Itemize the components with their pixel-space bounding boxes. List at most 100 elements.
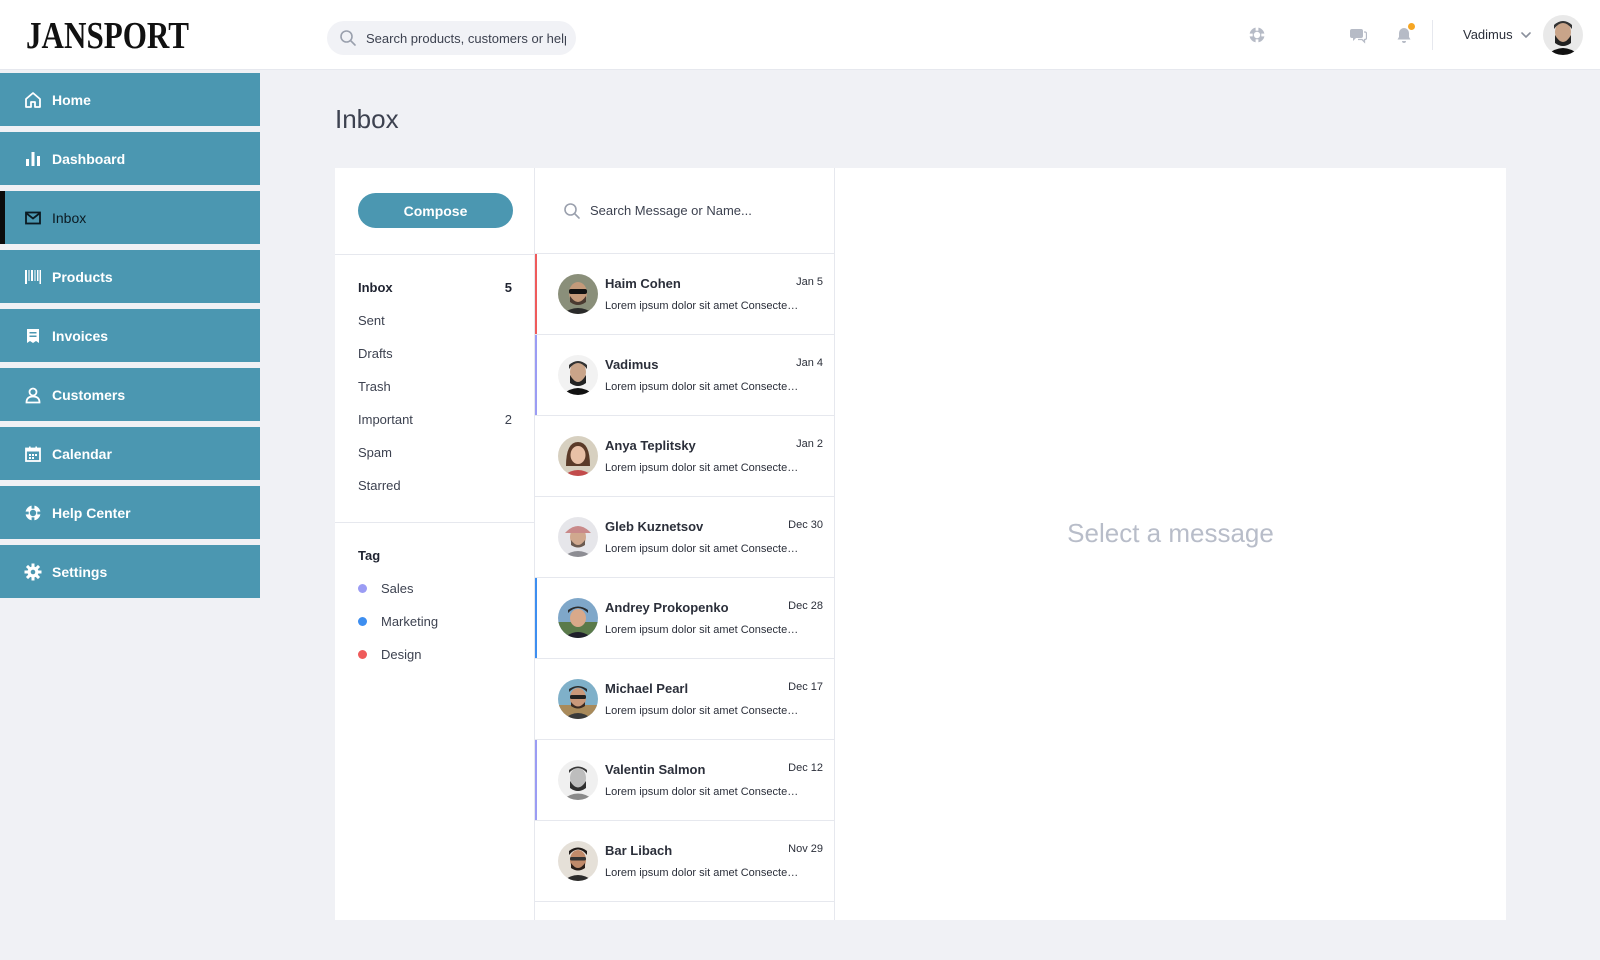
compose-button[interactable]: Compose <box>358 193 513 228</box>
svg-text:JANSPORT: JANSPORT <box>26 15 189 57</box>
message-date: Dec 30 <box>788 519 823 531</box>
avatar <box>558 517 598 557</box>
avatar <box>558 760 598 800</box>
mail-icon <box>24 209 42 227</box>
folder-label: Inbox <box>358 280 393 295</box>
sender-name: Andrey Prokopenko <box>605 600 729 615</box>
message-item[interactable]: Andrey Prokopenko Dec 28 Lorem ipsum dol… <box>535 578 835 659</box>
sidebar-item-label: Inbox <box>52 209 87 226</box>
global-search-input[interactable] <box>366 30 566 46</box>
avatar <box>558 598 598 638</box>
message-item[interactable]: Haim Cohen Jan 5 Lorem ipsum dolor sit a… <box>535 254 835 335</box>
message-item[interactable]: Bar Libach Nov 29 Lorem ipsum dolor sit … <box>535 821 835 902</box>
tag-label: Marketing <box>381 614 439 629</box>
sidebar-item-inbox[interactable]: Inbox <box>0 191 260 244</box>
message-date: Dec 12 <box>788 762 823 774</box>
message-preview: Lorem ipsum dolor sit amet Consectetur a… <box>605 381 801 393</box>
notification-bell-icon[interactable] <box>1394 23 1415 45</box>
message-item[interactable]: Michael Pearl Dec 17 Lorem ipsum dolor s… <box>535 659 835 740</box>
user-avatar[interactable] <box>1543 15 1583 55</box>
message-preview: Lorem ipsum dolor sit amet Consectetur a… <box>605 786 801 798</box>
avatar <box>558 679 598 719</box>
folder-label: Sent <box>358 313 385 328</box>
empty-state-text: Select a message <box>1067 518 1274 548</box>
sidebar-item-customers[interactable]: Customers <box>0 368 260 421</box>
tag-accent-bar <box>535 335 537 415</box>
sidebar-item-label: Dashboard <box>52 150 126 167</box>
folder-label: Trash <box>358 379 391 394</box>
message-item[interactable]: Anya Teplitsky Jan 2 Lorem ipsum dolor s… <box>535 416 835 497</box>
tag-color-dot <box>358 584 367 593</box>
message-preview: Lorem ipsum dolor sit amet Consectetur a… <box>605 867 801 879</box>
home-icon <box>24 91 42 109</box>
message-item[interactable]: Vadimus Jan 4 Lorem ipsum dolor sit amet… <box>535 335 835 416</box>
tag-design[interactable]: Design <box>358 647 421 662</box>
message-item[interactable]: Gleb Kuznetsov Dec 30 Lorem ipsum dolor … <box>535 497 835 578</box>
message-preview: Lorem ipsum dolor sit amet Consectetur a… <box>605 624 801 636</box>
tag-accent-bar <box>535 254 537 334</box>
message-date: Dec 17 <box>788 681 823 693</box>
sidebar-item-home[interactable]: Home <box>0 73 260 126</box>
folder-spam[interactable]: Spam <box>358 445 512 460</box>
sidebar-item-calendar[interactable]: Calendar <box>0 427 260 480</box>
page-title: Inbox <box>335 104 399 134</box>
message-preview: Lorem ipsum dolor sit amet Consectetur a… <box>605 300 801 312</box>
sidebar-item-help-center[interactable]: Help Center <box>0 486 260 539</box>
sidebar-item-settings[interactable]: Settings <box>0 545 260 598</box>
folder-label: Spam <box>358 445 392 460</box>
message-search[interactable] <box>535 168 835 254</box>
sidebar-item-invoices[interactable]: Invoices <box>0 309 260 362</box>
folder-sent[interactable]: Sent <box>358 313 512 328</box>
tag-color-dot <box>358 617 367 626</box>
sidebar-item-products[interactable]: Products <box>0 250 260 303</box>
user-icon <box>24 386 42 404</box>
user-name[interactable]: Vadimus <box>1463 27 1513 42</box>
search-icon <box>339 29 357 47</box>
message-search-input[interactable] <box>590 203 810 218</box>
sidebar-item-label: Products <box>52 268 113 285</box>
chevron-down-icon[interactable] <box>1519 28 1533 42</box>
message-list: Haim Cohen Jan 5 Lorem ipsum dolor sit a… <box>535 254 835 902</box>
folder-important[interactable]: Important 2 <box>358 412 512 427</box>
message-date: Nov 29 <box>788 843 823 855</box>
help-lifebuoy-icon[interactable] <box>1247 25 1267 45</box>
avatar <box>558 841 598 881</box>
avatar <box>558 355 598 395</box>
avatar <box>558 274 598 314</box>
sender-name: Bar Libach <box>605 843 673 858</box>
sidebar-item-label: Invoices <box>52 327 109 344</box>
sender-name: Michael Pearl <box>605 681 689 696</box>
brand-logo[interactable]: JANSPORT <box>26 14 191 62</box>
tag-accent-bar <box>535 740 537 820</box>
folder-label: Important <box>358 412 413 427</box>
sender-name: Haim Cohen <box>605 276 681 291</box>
folder-trash[interactable]: Trash <box>358 379 512 394</box>
folder-starred[interactable]: Starred <box>358 478 512 493</box>
tag-label: Sales <box>381 581 414 596</box>
tag-marketing[interactable]: Marketing <box>358 614 438 629</box>
divider <box>335 522 535 523</box>
message-item[interactable]: Valentin Salmon Dec 12 Lorem ipsum dolor… <box>535 740 835 821</box>
message-date: Dec 28 <box>788 600 823 612</box>
chat-icon[interactable] <box>1348 25 1368 45</box>
divider <box>335 254 535 255</box>
bar-chart-icon <box>24 150 42 168</box>
message-reader: Select a message <box>835 168 1506 920</box>
folder-label: Starred <box>358 478 401 493</box>
folder-drafts[interactable]: Drafts <box>358 346 512 361</box>
calendar-icon <box>24 445 42 463</box>
avatar <box>558 436 598 476</box>
invoice-icon <box>24 327 42 345</box>
sidebar-item-dashboard[interactable]: Dashboard <box>0 132 260 185</box>
message-date: Jan 2 <box>796 438 823 450</box>
folder-inbox[interactable]: Inbox 5 <box>358 280 512 295</box>
message-date: Jan 5 <box>796 276 823 288</box>
sidebar-nav: Home Dashboard Inbox Products Invoices C… <box>0 73 260 604</box>
global-search[interactable] <box>327 21 576 55</box>
message-date: Jan 4 <box>796 357 823 369</box>
tag-color-dot <box>358 650 367 659</box>
folder-label: Drafts <box>358 346 393 361</box>
sidebar-item-label: Settings <box>52 563 108 580</box>
tag-sales[interactable]: Sales <box>358 581 414 596</box>
message-preview: Lorem ipsum dolor sit amet Consectetur a… <box>605 462 801 474</box>
